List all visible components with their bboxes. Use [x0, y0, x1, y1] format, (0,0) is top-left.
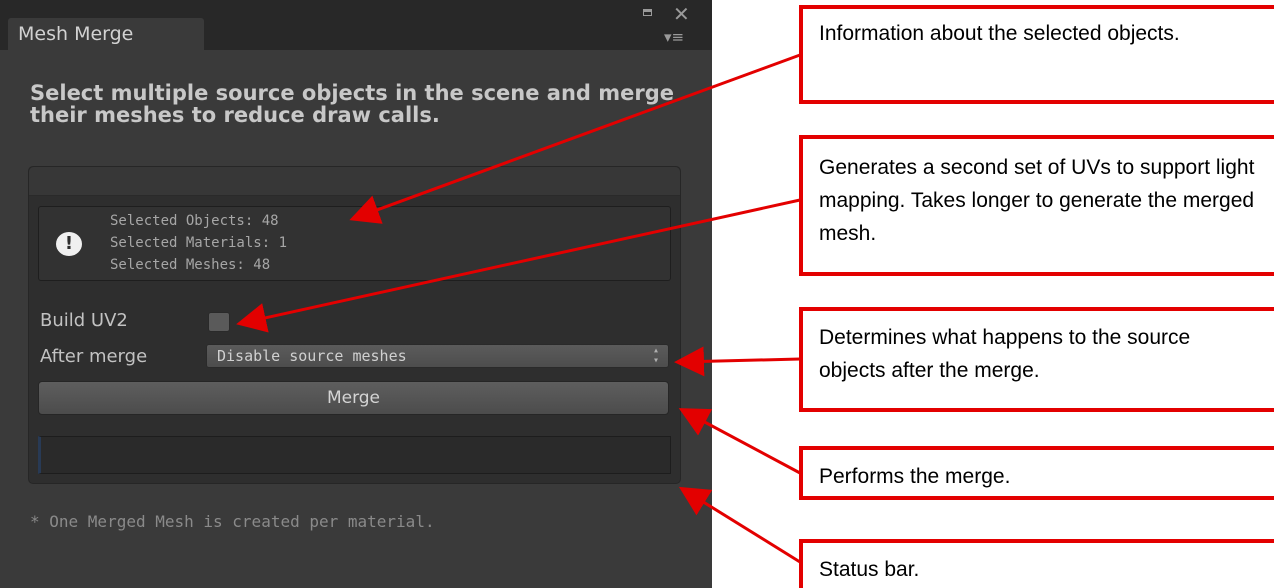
arrow-selection-info — [349, 53, 801, 224]
callout-merge: Performs the merge. — [799, 446, 1274, 500]
callout-selection-info: Information about the selected objects. — [799, 5, 1274, 104]
arrow-merge-button — [678, 408, 801, 475]
arrow-status-bar — [678, 486, 801, 564]
arrow-after-merge — [674, 346, 801, 377]
callout-status-bar: Status bar. — [799, 539, 1274, 588]
callout-after-merge: Determines what happens to the source ob… — [799, 307, 1274, 412]
callout-build-uv2: Generates a second set of UVs to support… — [799, 135, 1274, 276]
arrow-build-uv2 — [236, 198, 801, 333]
